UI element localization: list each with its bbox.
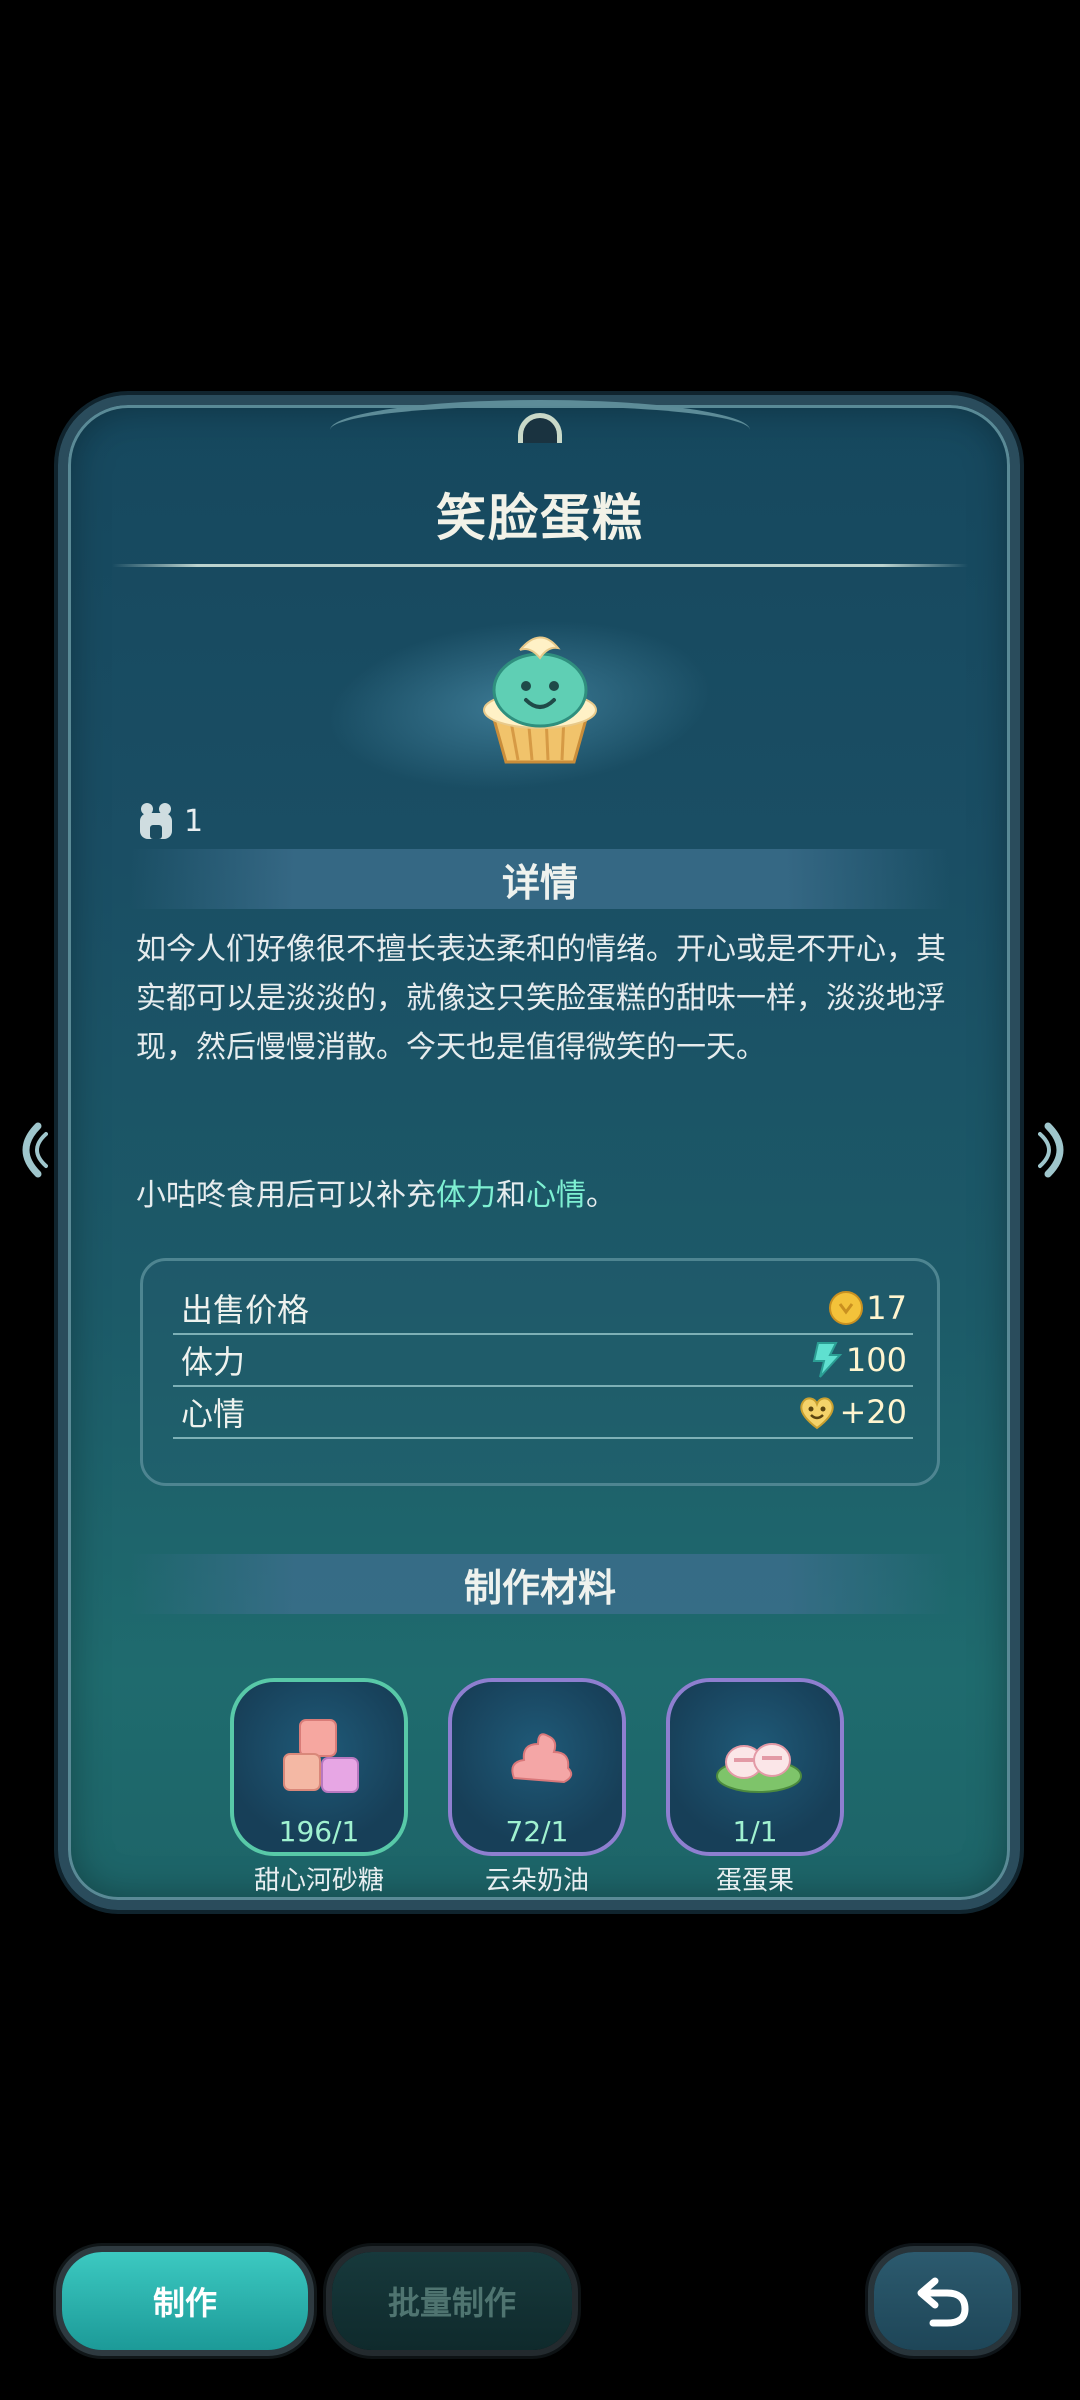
stat-row-mood: 心情 +20 — [173, 1387, 913, 1439]
title-divider — [112, 564, 968, 567]
mood-value: +20 — [839, 1393, 907, 1431]
previous-item-arrow-icon[interactable] — [8, 1120, 48, 1180]
material-count: 1/1 — [732, 1815, 778, 1848]
material-name: 甜心河砂糖 — [253, 1866, 384, 1896]
item-title: 笑脸蛋糕 — [436, 489, 644, 547]
materials-heading: 制作材料 — [463, 1566, 616, 1610]
frog-bag-icon — [140, 803, 172, 839]
stamina-value: 100 — [845, 1341, 907, 1379]
note-end: 。 — [586, 1178, 616, 1213]
material-count: 196/1 — [278, 1815, 360, 1848]
item-stats-box: 出售价格 17 体力 100 心情 +20 — [140, 1258, 940, 1486]
sell-price-value: 17 — [866, 1289, 907, 1327]
cream-icon — [511, 1733, 573, 1784]
make-button[interactable]: 制作 — [62, 2252, 308, 2350]
owned-count: 1 — [136, 796, 203, 846]
note-and: 和 — [496, 1178, 526, 1213]
material-slot[interactable]: 196/1 — [230, 1678, 408, 1856]
stat-row-sell-price: 出售价格 17 — [173, 1283, 913, 1335]
sugar-cubes-icon — [283, 1719, 359, 1793]
materials-list: 196/1 甜心河砂糖 72/1 云朵奶油 1/1 蛋蛋果 — [230, 1678, 850, 1898]
stat-value: 100 — [810, 1341, 913, 1379]
material-item[interactable]: 1/1 蛋蛋果 — [666, 1678, 844, 1897]
material-slot[interactable]: 1/1 — [666, 1678, 844, 1856]
note-text: 小咕咚食用后可以补充 — [136, 1178, 436, 1213]
details-heading: 详情 — [501, 861, 578, 905]
batch-make-button[interactable]: 批量制作 — [332, 2252, 572, 2350]
smiling-cupcake-icon — [483, 636, 597, 764]
owned-count-value: 1 — [184, 803, 204, 839]
back-button[interactable] — [874, 2252, 1012, 2350]
stat-value: 17 — [828, 1289, 913, 1327]
note-mood: 心情 — [526, 1178, 586, 1213]
coin-icon — [829, 1291, 864, 1325]
stat-value: +20 — [797, 1393, 913, 1431]
material-name: 蛋蛋果 — [715, 1866, 794, 1896]
lightning-icon — [812, 1342, 843, 1378]
undo-arrow-icon — [917, 2277, 969, 2327]
material-slot[interactable]: 72/1 — [448, 1678, 626, 1856]
stat-label: 心情 — [181, 1395, 246, 1433]
stat-row-stamina: 体力 100 — [173, 1335, 913, 1387]
stat-label: 出售价格 — [181, 1291, 310, 1329]
stat-label: 体力 — [181, 1343, 246, 1381]
heart-smile-icon — [800, 1397, 835, 1430]
material-item[interactable]: 196/1 甜心河砂糖 — [230, 1678, 408, 1897]
material-name: 云朵奶油 — [484, 1866, 589, 1896]
material-count: 72/1 — [505, 1815, 569, 1848]
next-item-arrow-icon[interactable] — [1038, 1120, 1078, 1180]
item-description: 如今人们好像很不擅长表达柔和的情绪。开心或是不开心，其实都可以是淡淡的，就像这只… — [136, 932, 946, 1065]
egg-fruit-icon — [716, 1743, 802, 1793]
note-stamina: 体力 — [436, 1178, 496, 1213]
material-item[interactable]: 72/1 云朵奶油 — [448, 1678, 626, 1897]
consumption-note: 小咕咚食用后可以补充体力和心情。 — [136, 1170, 616, 1214]
